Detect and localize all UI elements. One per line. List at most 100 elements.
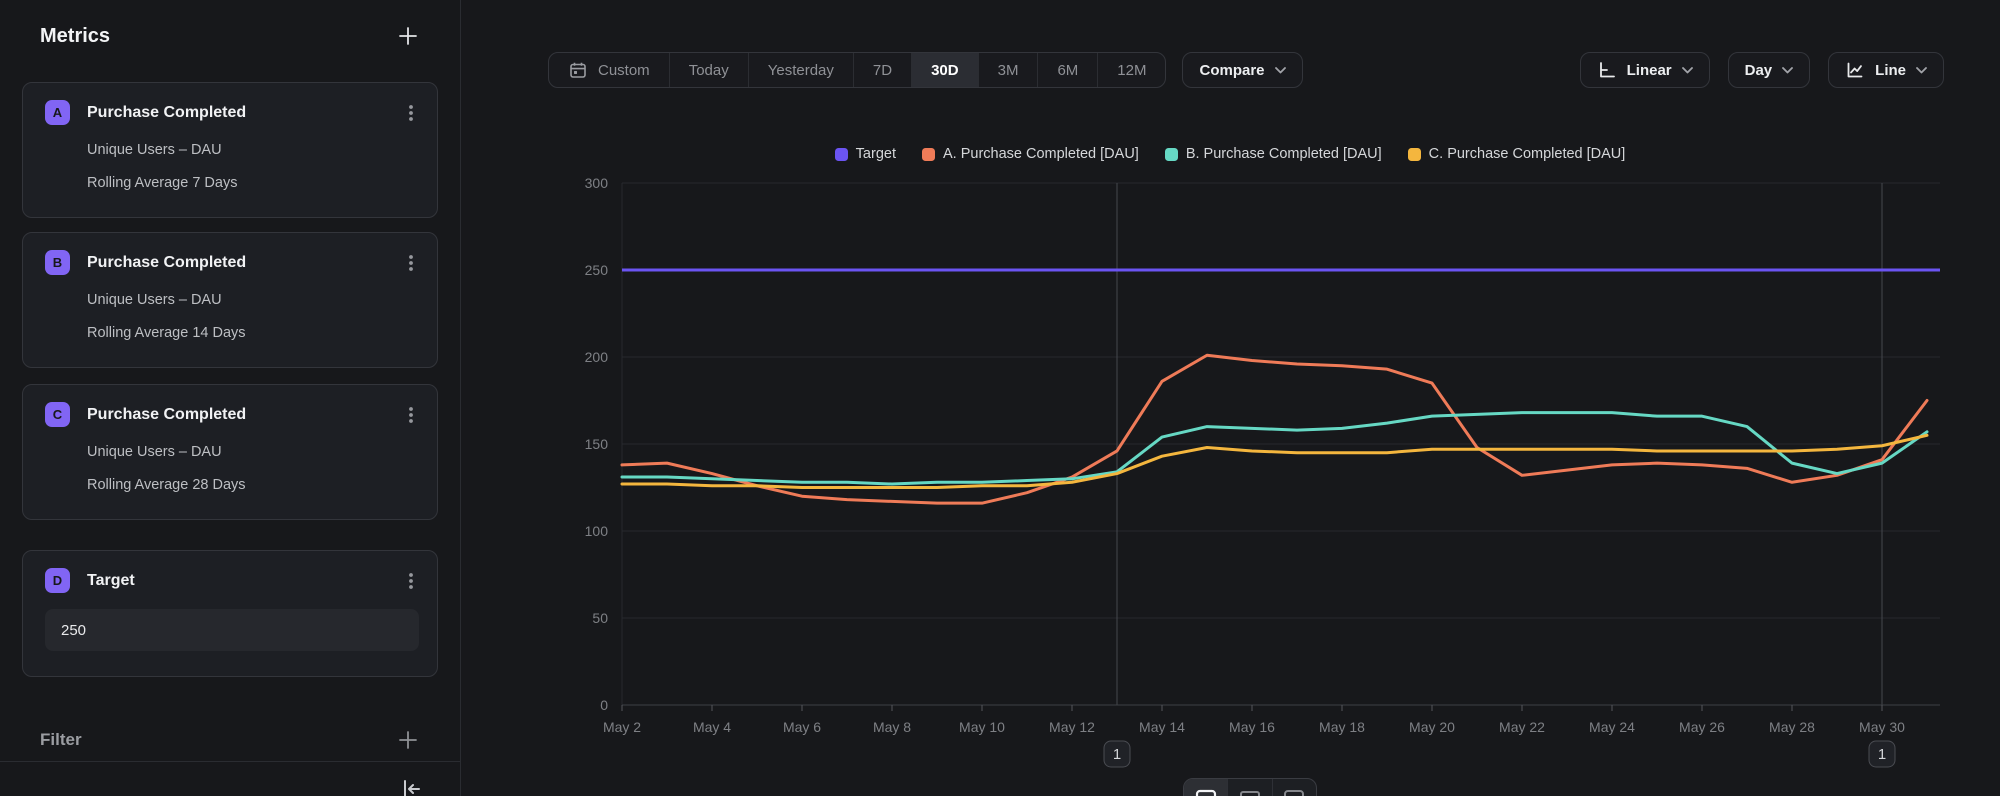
svg-text:May 22: May 22 (1499, 719, 1545, 735)
range-label: 6M (1057, 62, 1078, 79)
chart-area: 050100150200250300May 2May 4May 6May 8Ma… (460, 130, 2000, 796)
chart-svg[interactable]: 050100150200250300May 2May 4May 6May 8Ma… (460, 130, 2000, 796)
svg-text:May 26: May 26 (1679, 719, 1725, 735)
svg-text:1: 1 (1878, 746, 1886, 763)
collapse-sidebar-button[interactable] (398, 776, 424, 796)
granularity-dropdown-button[interactable]: Day (1728, 52, 1811, 88)
svg-text:100: 100 (585, 523, 609, 539)
chevron-down-icon (1782, 67, 1793, 74)
range-label: 30D (931, 62, 959, 79)
svg-text:May 12: May 12 (1049, 719, 1095, 735)
view-mode-chart[interactable] (1184, 779, 1227, 796)
metric-menu-button[interactable] (403, 103, 419, 123)
range-custom[interactable]: Custom (549, 53, 669, 87)
range-label: Today (689, 62, 729, 79)
scale-dropdown-button[interactable]: Linear (1580, 52, 1710, 88)
metric-card-c[interactable]: C Purchase Completed Unique Users – DAU … (22, 384, 438, 520)
range-3m[interactable]: 3M (978, 53, 1038, 87)
svg-text:May 28: May 28 (1769, 719, 1815, 735)
metric-title: Purchase Completed (87, 406, 403, 424)
view-mode-table[interactable] (1227, 779, 1271, 796)
split-view-icon (1282, 788, 1306, 796)
metric-badge: C (45, 402, 70, 427)
calendar-icon (568, 60, 588, 80)
axes-icon (1597, 60, 1617, 80)
metric-title: Purchase Completed (87, 104, 403, 122)
target-value-input[interactable] (45, 609, 419, 651)
view-mode-split[interactable] (1272, 779, 1316, 796)
range-label: Yesterday (768, 62, 834, 79)
sidebar-divider (0, 761, 460, 762)
svg-text:May 20: May 20 (1409, 719, 1455, 735)
svg-text:May 18: May 18 (1319, 719, 1365, 735)
sidebar-header: Metrics (40, 22, 420, 50)
chart-type-dropdown-button[interactable]: Line (1828, 52, 1944, 88)
compare-button[interactable]: Compare (1182, 52, 1302, 88)
plus-icon (396, 24, 420, 48)
filter-section: Filter (40, 726, 420, 754)
svg-text:May 8: May 8 (873, 719, 911, 735)
range-label: Custom (598, 62, 650, 79)
target-card[interactable]: D Target (22, 550, 438, 677)
metric-event-type: Unique Users – DAU (87, 142, 419, 158)
metric-badge: A (45, 100, 70, 125)
metric-card-a[interactable]: A Purchase Completed Unique Users – DAU … (22, 82, 438, 218)
range-today[interactable]: Today (669, 53, 748, 87)
svg-text:May 4: May 4 (693, 719, 731, 735)
range-30d[interactable]: 30D (911, 53, 978, 87)
svg-text:300: 300 (585, 175, 609, 191)
metric-menu-button[interactable] (403, 405, 419, 425)
kebab-icon (403, 571, 419, 591)
chart-type-label: Line (1875, 62, 1906, 79)
kebab-icon (403, 405, 419, 425)
metrics-dashboard: Metrics A Purchase Completed Unique User… (0, 0, 2000, 796)
sidebar-title: Metrics (40, 25, 110, 48)
chart-toolbar: Custom Today Yesterday 7D 30D 3M 6M 12M … (548, 52, 1944, 88)
svg-text:May 30: May 30 (1859, 719, 1905, 735)
kebab-icon (403, 103, 419, 123)
metric-badge: B (45, 250, 70, 275)
svg-text:0: 0 (600, 697, 608, 713)
filter-title: Filter (40, 730, 82, 750)
target-menu-button[interactable] (403, 571, 419, 591)
metric-rolling-average: Rolling Average 7 Days (87, 175, 419, 191)
metric-card-b[interactable]: B Purchase Completed Unique Users – DAU … (22, 232, 438, 368)
plus-icon (396, 728, 420, 752)
svg-text:May 14: May 14 (1139, 719, 1185, 735)
target-badge: D (45, 568, 70, 593)
chevron-down-icon (1275, 67, 1286, 74)
metric-rolling-average: Rolling Average 14 Days (87, 325, 419, 341)
target-title: Target (87, 572, 403, 590)
metric-rolling-average: Rolling Average 28 Days (87, 477, 419, 493)
collapse-left-icon (398, 776, 424, 796)
add-filter-button[interactable] (396, 728, 420, 752)
range-6m[interactable]: 6M (1037, 53, 1097, 87)
chart-view-icon (1194, 788, 1218, 796)
svg-text:May 2: May 2 (603, 719, 641, 735)
svg-text:May 16: May 16 (1229, 719, 1275, 735)
svg-text:May 24: May 24 (1589, 719, 1635, 735)
kebab-icon (403, 253, 419, 273)
metric-event-type: Unique Users – DAU (87, 444, 419, 460)
metric-menu-button[interactable] (403, 253, 419, 273)
svg-text:150: 150 (585, 436, 609, 452)
range-12m[interactable]: 12M (1097, 53, 1165, 87)
chevron-down-icon (1916, 67, 1927, 74)
svg-text:50: 50 (592, 610, 608, 626)
line-chart-icon (1845, 60, 1865, 80)
chevron-down-icon (1682, 67, 1693, 74)
metric-event-type: Unique Users – DAU (87, 292, 419, 308)
metric-title: Purchase Completed (87, 254, 403, 272)
range-label: 12M (1117, 62, 1146, 79)
sidebar: Metrics A Purchase Completed Unique User… (0, 0, 461, 796)
svg-text:250: 250 (585, 262, 609, 278)
add-metric-button[interactable] (396, 24, 420, 48)
range-label: 7D (873, 62, 892, 79)
range-7d[interactable]: 7D (853, 53, 911, 87)
compare-label: Compare (1199, 62, 1264, 79)
granularity-label: Day (1745, 62, 1773, 79)
svg-text:May 10: May 10 (959, 719, 1005, 735)
table-view-icon (1238, 788, 1262, 796)
range-label: 3M (998, 62, 1019, 79)
range-yesterday[interactable]: Yesterday (748, 53, 853, 87)
